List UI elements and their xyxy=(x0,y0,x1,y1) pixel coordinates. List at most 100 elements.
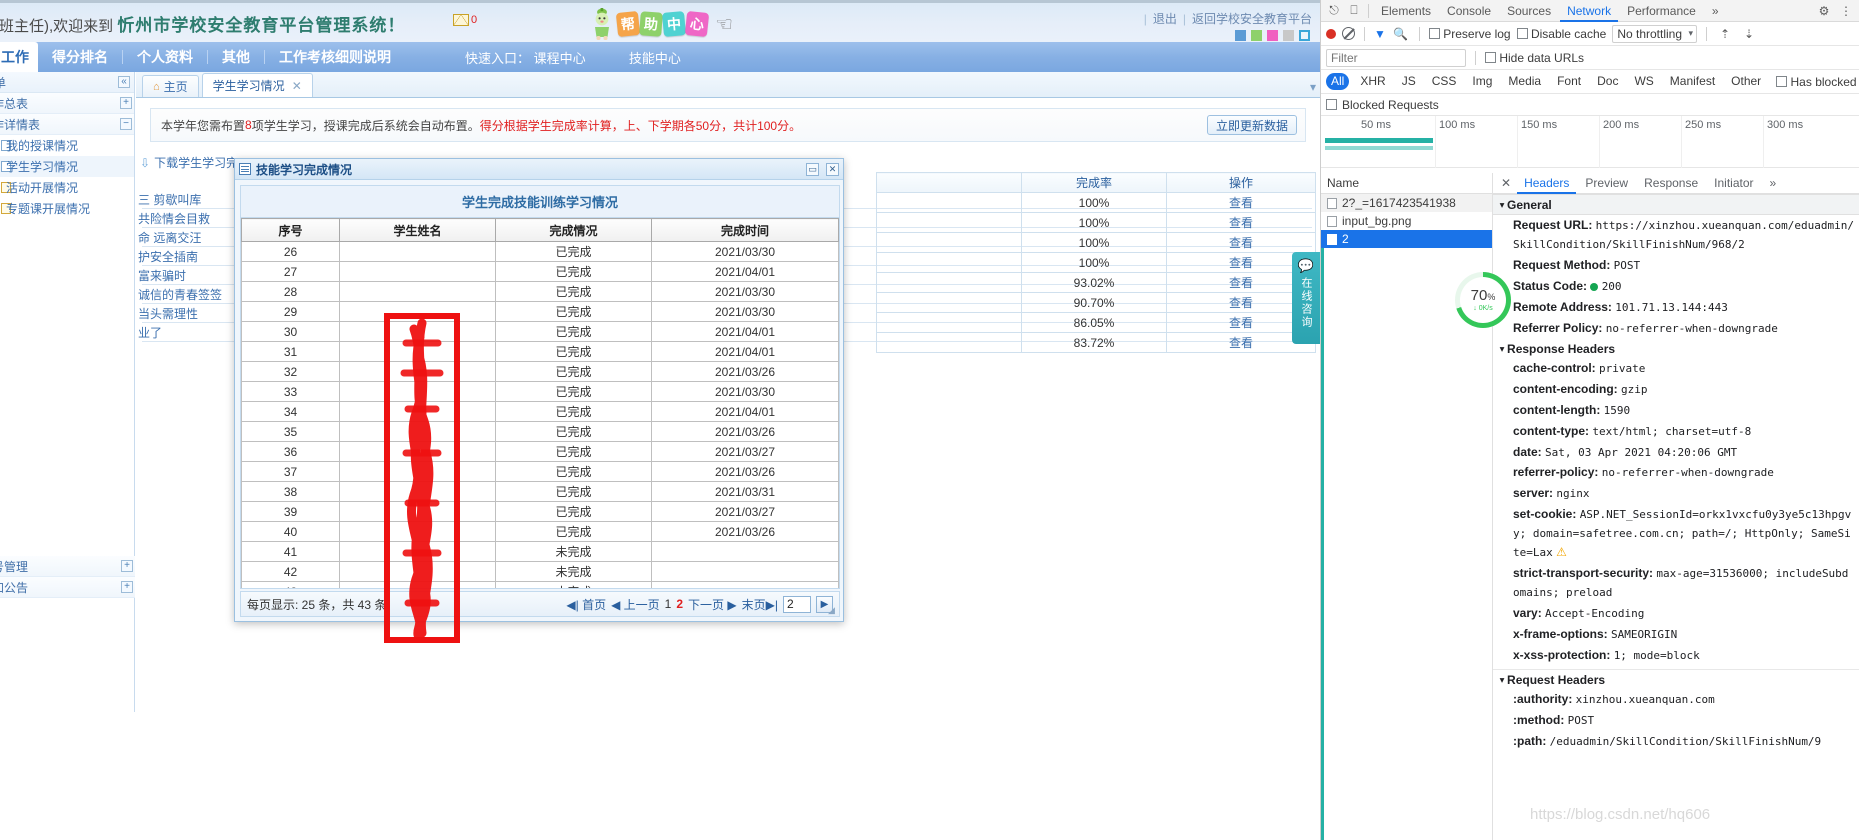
page-jump-input[interactable] xyxy=(783,595,811,613)
sidebar-group-account-toggle[interactable]: + xyxy=(121,560,133,572)
general-section-header[interactable]: ▾ General xyxy=(1493,194,1859,215)
hide-data-urls-checkbox[interactable]: Hide data URLs xyxy=(1485,51,1584,65)
sidebar-group-summary-toggle[interactable]: + xyxy=(120,97,132,109)
disable-cache-checkbox[interactable]: Disable cache xyxy=(1516,27,1606,41)
kebab-menu-icon[interactable]: ⋮ xyxy=(1837,2,1855,20)
table-row[interactable]: 31 已完成 2021/04/01 xyxy=(241,341,839,362)
resize-handle[interactable]: ◢ xyxy=(828,605,838,615)
theme-swatch-blue[interactable] xyxy=(1235,30,1246,41)
close-icon[interactable]: ✕ xyxy=(292,79,302,93)
nav-item-work[interactable]: 工作 xyxy=(0,42,38,72)
sidebar-item-special-courses[interactable]: 专题课开展情况 xyxy=(0,198,134,219)
sidebar-group-detail-toggle[interactable]: − xyxy=(120,118,132,130)
nav-item-assessment-rules[interactable]: 工作考核细则说明 xyxy=(265,47,405,67)
detail-tab-initiator[interactable]: Initiator xyxy=(1707,173,1760,194)
response-headers-section-header[interactable]: ▾ Response Headers xyxy=(1493,339,1859,358)
close-button[interactable]: ✕ xyxy=(826,162,839,176)
detail-tab-headers[interactable]: Headers xyxy=(1517,173,1577,194)
table-row[interactable]: 83.72% 查看 xyxy=(876,332,1316,353)
mail-indicator[interactable]: 0 xyxy=(453,14,477,26)
table-row[interactable]: 26 已完成 2021/03/30 xyxy=(241,241,839,262)
sidebar-group-summary[interactable]: 作总表 + xyxy=(0,93,134,114)
quick-link-course-center[interactable]: 课程中心 xyxy=(534,51,586,66)
type-filter-media[interactable]: Media xyxy=(1503,73,1546,90)
nav-item-other[interactable]: 其他 xyxy=(208,47,264,67)
type-filter-all[interactable]: All xyxy=(1326,73,1350,90)
tab-student-learning[interactable]: 学生学习情况 ✕ xyxy=(201,73,313,97)
has-blocked-cookies-checkbox[interactable]: Has blocked cookies xyxy=(1776,75,1859,89)
view-link[interactable]: 查看 xyxy=(1229,236,1253,250)
export-icon[interactable]: ⇣ xyxy=(1740,25,1758,43)
network-timeline[interactable]: 50 ms 100 ms 150 ms 200 ms 250 ms 300 ms xyxy=(1321,116,1859,168)
record-icon[interactable] xyxy=(1326,28,1336,39)
table-row[interactable]: 34 已完成 2021/04/01 xyxy=(241,401,839,422)
gear-icon[interactable]: ⚙ xyxy=(1815,2,1833,20)
table-row[interactable]: 33 已完成 2021/03/30 xyxy=(241,381,839,402)
sidebar-group-notices[interactable]: 知公告 + xyxy=(0,577,135,598)
theme-swatch-pink[interactable] xyxy=(1267,30,1278,41)
request-row-3[interactable]: 2 xyxy=(1321,230,1492,248)
view-link[interactable]: 查看 xyxy=(1229,216,1253,230)
detail-tab-overflow[interactable]: » xyxy=(1763,173,1784,194)
throttling-select[interactable]: No throttling xyxy=(1612,24,1698,43)
return-platform-link[interactable]: 返回学校安全教育平台 xyxy=(1192,10,1312,27)
view-link[interactable]: 查看 xyxy=(1229,296,1253,310)
last-page-button[interactable]: 末页▶| xyxy=(742,596,778,613)
search-icon[interactable]: 🔍 xyxy=(1392,25,1410,43)
table-row[interactable]: 43 未完成 xyxy=(241,581,839,588)
table-row[interactable]: 41 未完成 xyxy=(241,541,839,562)
type-filter-js[interactable]: JS xyxy=(1397,73,1421,90)
table-row[interactable]: 39 已完成 2021/03/27 xyxy=(241,501,839,522)
minimize-button[interactable]: ▭ xyxy=(806,162,819,176)
devtools-tab-overflow[interactable]: » xyxy=(1705,0,1726,22)
nav-item-ranking[interactable]: 得分排名 xyxy=(38,47,122,67)
devtools-tab-network[interactable]: Network xyxy=(1560,0,1619,22)
theme-swatch-green[interactable] xyxy=(1251,30,1262,41)
table-row[interactable]: 37 已完成 2021/03/26 xyxy=(241,461,839,482)
table-row[interactable]: 86.05% 查看 xyxy=(876,312,1316,333)
table-row[interactable]: 100% 查看 xyxy=(876,252,1316,273)
request-row-1[interactable]: 2?_=1617423541938 xyxy=(1321,194,1492,212)
devtools-tab-elements[interactable]: Elements xyxy=(1374,0,1438,22)
next-page-button[interactable]: 下一页 ▶ xyxy=(688,596,737,613)
sidebar-item-student-learning[interactable]: 学生学习情况 xyxy=(0,156,134,177)
table-row[interactable]: 32 已完成 2021/03/26 xyxy=(241,361,839,382)
chevron-down-icon[interactable]: ▾ xyxy=(1310,80,1316,94)
type-filter-font[interactable]: Font xyxy=(1552,73,1586,90)
detail-tab-response[interactable]: Response xyxy=(1637,173,1705,194)
theme-swatches[interactable] xyxy=(1235,30,1310,41)
view-link[interactable]: 查看 xyxy=(1229,256,1253,270)
table-row[interactable]: 35 已完成 2021/03/26 xyxy=(241,421,839,442)
nav-item-profile[interactable]: 个人资料 xyxy=(123,47,207,67)
import-icon[interactable]: ⇡ xyxy=(1716,25,1734,43)
request-row-2[interactable]: input_bg.png xyxy=(1321,212,1492,230)
tab-home[interactable]: ⌂ 主页 xyxy=(142,75,199,97)
inspect-icon[interactable]: ⎋ xyxy=(1325,2,1343,20)
logout-link[interactable]: 退出 xyxy=(1153,10,1177,27)
device-toolbar-icon[interactable]: ⎕ xyxy=(1345,2,1363,20)
page-number-2[interactable]: 2 xyxy=(676,597,683,611)
table-row[interactable]: 29 已完成 2021/03/30 xyxy=(241,301,839,322)
table-row[interactable]: 40 已完成 2021/03/26 xyxy=(241,521,839,542)
quick-link-skill-center[interactable]: 技能中心 xyxy=(629,51,681,66)
clear-icon[interactable] xyxy=(1342,27,1355,40)
blocked-requests-row[interactable]: Blocked Requests xyxy=(1321,94,1859,116)
table-row[interactable]: 100% 查看 xyxy=(876,232,1316,253)
type-filter-css[interactable]: CSS xyxy=(1427,73,1462,90)
sidebar-group-notices-toggle[interactable]: + xyxy=(121,581,133,593)
table-row[interactable]: 42 未完成 xyxy=(241,561,839,582)
sidebar-collapse-button[interactable]: « xyxy=(118,76,130,88)
type-filter-img[interactable]: Img xyxy=(1467,73,1497,90)
table-row[interactable]: 30 已完成 2021/04/01 xyxy=(241,321,839,342)
detail-tab-preview[interactable]: Preview xyxy=(1578,173,1635,194)
request-headers-section-header[interactable]: ▾ Request Headers xyxy=(1493,669,1859,689)
theme-swatch-gray[interactable] xyxy=(1283,30,1294,41)
view-link[interactable]: 查看 xyxy=(1229,196,1253,210)
type-filter-manifest[interactable]: Manifest xyxy=(1665,73,1720,90)
table-row[interactable]: 28 已完成 2021/03/30 xyxy=(241,281,839,302)
prev-page-button[interactable]: ◀ 上一页 xyxy=(611,596,660,613)
sidebar-item-activities[interactable]: 活动开展情况 xyxy=(0,177,134,198)
table-row[interactable]: 27 已完成 2021/04/01 xyxy=(241,261,839,282)
devtools-tab-sources[interactable]: Sources xyxy=(1500,0,1558,22)
sidebar-item-my-teaching[interactable]: 我的授课情况 xyxy=(0,135,134,156)
